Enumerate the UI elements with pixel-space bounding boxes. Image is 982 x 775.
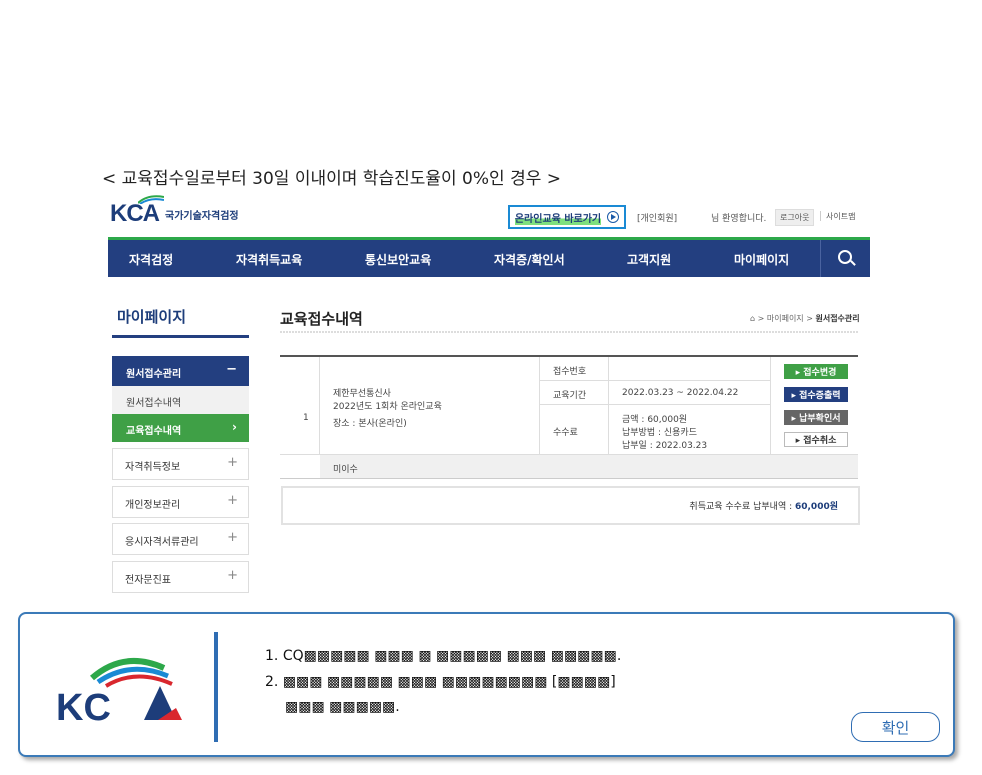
period-value: 2022.03.23 ~ 2022.04.22 [622, 388, 739, 398]
member-type: [개인회원] [637, 214, 678, 224]
search-icon-handle [850, 260, 856, 266]
main-nav: 자격검정 자격취득교육 통신보안교육 자격증/확인서 고객지원 마이페이지 [108, 240, 870, 277]
sidebar-group-label: 원서접수관리 [126, 369, 182, 380]
sidebar-title-underline [112, 335, 249, 338]
sidebar-item-label: 개인정보관리 [125, 500, 181, 511]
dialog-divider [214, 632, 218, 742]
scenario-caption: < 교육접수일로부터 30일 이내이며 학습진도율이 0%인 경우 > [102, 169, 561, 189]
chevron-right-icon: › [232, 420, 237, 434]
sidebar-item-qualification-info[interactable]: 자격취득정보 + [112, 448, 249, 480]
completion-status: 미이수 [333, 465, 358, 475]
fee-summary: 취득교육 수수료 납부내역 : 60,000원 [689, 499, 838, 512]
nav-item-support[interactable]: 고객지원 [627, 251, 671, 268]
expand-icon: + [227, 530, 238, 545]
confirm-button[interactable]: 확인 [851, 712, 940, 742]
company-name: 제한무선통신사 [333, 389, 391, 399]
sidebar-item-education-history[interactable]: 교육접수내역 › [112, 414, 249, 442]
kca-logo-icon: KC [56, 657, 182, 729]
table-divider [608, 357, 609, 454]
change-application-button[interactable]: ▸ 접수변경 [784, 364, 848, 379]
fee-summary-box: 취득교육 수수료 납부내역 : 60,000원 [281, 486, 860, 525]
nav-item-mypage[interactable]: 마이페이지 [734, 251, 789, 268]
notice-line-3: ▩▩▩ ▩▩▩▩▩. [285, 699, 400, 715]
nav-item-certificate[interactable]: 자격증/확인서 [494, 251, 565, 268]
table-divider [539, 357, 540, 454]
cancel-application-button[interactable]: ▸ 접수취소 [784, 432, 848, 447]
sidebar-item-label: 전자문진표 [125, 575, 171, 586]
logo-mark: KCA [110, 195, 164, 228]
course-place: 장소 : 본사(온라인) [333, 419, 407, 429]
table-divider [539, 380, 770, 381]
sidebar-item-personal-info[interactable]: 개인정보관리 + [112, 486, 249, 518]
fee-amount: 금액 : 60,000원 [622, 415, 688, 425]
expand-icon: + [227, 493, 238, 508]
period-label: 교육기간 [553, 391, 587, 401]
table-divider [319, 357, 320, 454]
svg-text:KC: KC [56, 687, 111, 729]
sitemap-link[interactable]: 사이트맵 [826, 211, 855, 222]
receipt-no-label: 접수번호 [553, 367, 587, 377]
online-education-button[interactable]: 온라인교육 바로가기 [508, 205, 626, 229]
breadcrumb-current: 원서접수관리 [815, 314, 860, 323]
sidebar-item-label: 자격취득정보 [125, 462, 181, 473]
org-name: 국가기술자격검정 [165, 210, 239, 222]
fee-label: 수수료 [553, 428, 578, 438]
sidebar-item-label: 교육접수내역 [126, 426, 182, 437]
notice-text-2: ▩▩▩ ▩▩▩▩▩ ▩▩▩ ▩▩▩▩▩▩▩▩ [▩▩▩▩] [282, 674, 616, 690]
breadcrumb: ⌂ > 마이페이지 > 원서접수관리 [750, 313, 860, 324]
sidebar-item-label: 응시자격서류관리 [125, 537, 199, 548]
sidebar-item-health-questionnaire[interactable]: 전자문진표 + [112, 561, 249, 593]
logout-button[interactable]: 로그아웃 [775, 209, 815, 226]
page-title: 교육접수내역 [280, 310, 363, 328]
notice-dialog: KC 1. CQ▩▩▩▩▩ ▩▩▩ ▩ ▩▩▩▩▩ ▩▩▩ ▩▩▩▩▩. 2. … [18, 612, 955, 757]
notice-text-1: CQ▩▩▩▩▩ ▩▩▩ ▩ ▩▩▩▩▩ ▩▩▩ ▩▩▩▩▩. [282, 648, 622, 664]
table-divider [539, 404, 770, 405]
sidebar-item-document-management[interactable]: 응시자격서류관리 + [112, 523, 249, 555]
play-circle-icon [607, 211, 620, 223]
notice-number-2: 2. [265, 674, 279, 690]
fee-date: 납부일 : 2022.03.23 [622, 441, 708, 451]
search-button[interactable] [820, 240, 870, 277]
kca-logo[interactable]: KCA 국가기술자격검정 [110, 195, 239, 228]
education-table: 1 제한무선통신사 2022년도 1회차 온라인교육 장소 : 본사(온라인) … [280, 357, 858, 479]
nav-item-qualification-edu[interactable]: 자격취득교육 [236, 251, 302, 268]
online-education-label: 온라인교육 바로가기 [514, 209, 602, 225]
row-number: 1 [303, 413, 309, 423]
print-receipt-button[interactable]: ▸ 접수증출력 [784, 387, 848, 402]
nav-item-exam[interactable]: 자격검정 [129, 251, 173, 268]
sidebar-title: 마이페이지 [117, 308, 187, 326]
expand-icon: + [227, 455, 238, 470]
course-name: 2022년도 1회차 온라인교육 [333, 402, 442, 412]
expand-icon: + [227, 568, 238, 583]
fee-summary-value: 60,000원 [794, 502, 838, 512]
sidebar-item-label: 원서접수내역 [126, 398, 182, 409]
notice-line-2: 2. ▩▩▩ ▩▩▩▩▩ ▩▩▩ ▩▩▩▩▩▩▩▩ [▩▩▩▩] [265, 674, 616, 690]
logo-swoosh-icon [138, 195, 164, 204]
header-divider [820, 211, 821, 221]
table-divider [770, 357, 771, 454]
sidebar-item-application-history[interactable]: 원서접수내역 [112, 386, 249, 414]
logo-text: KCA [110, 200, 160, 227]
fee-method: 납부방법 : 신용카드 [622, 428, 697, 438]
welcome-text: 님 환영합니다. [711, 214, 767, 224]
sidebar-group-application[interactable]: 원서접수관리 − [112, 356, 249, 386]
notice-line-1: 1. CQ▩▩▩▩▩ ▩▩▩ ▩ ▩▩▩▩▩ ▩▩▩ ▩▩▩▩▩. [265, 648, 621, 664]
status-row [320, 455, 858, 478]
collapse-icon: − [226, 362, 237, 377]
breadcrumb-mid[interactable]: > 마이페이지 > [755, 314, 815, 323]
title-divider [280, 331, 858, 333]
nav-item-security-edu[interactable]: 통신보안교육 [365, 251, 431, 268]
payment-certificate-button[interactable]: ▸ 납부확인서 [784, 410, 848, 425]
fee-summary-label: 취득교육 수수료 납부내역 : [689, 502, 795, 512]
notice-number-1: 1. [265, 648, 279, 664]
